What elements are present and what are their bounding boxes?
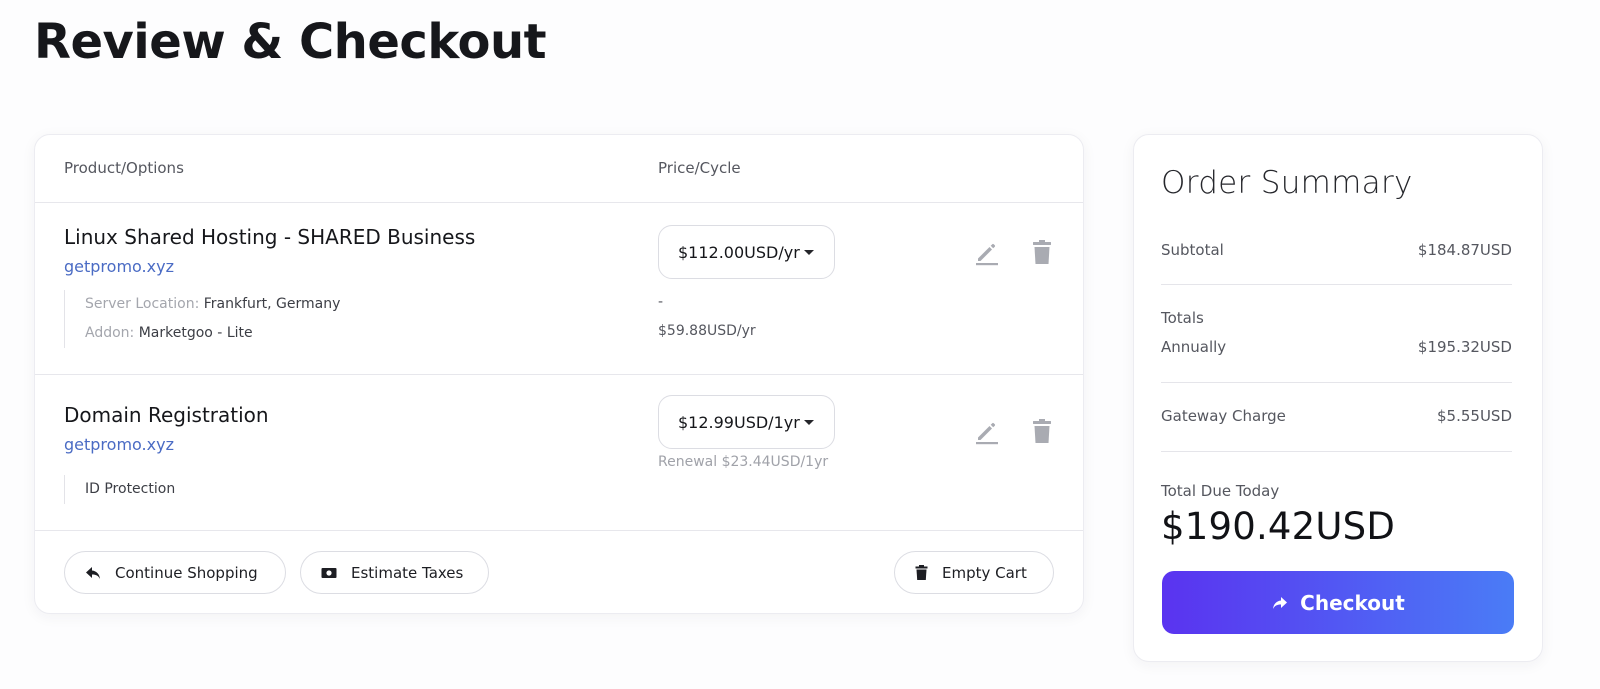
estimate-taxes-label: Estimate Taxes bbox=[351, 563, 464, 582]
billing-cycle-select[interactable]: $12.99USD/1yr bbox=[658, 395, 835, 449]
cart-table: Product/Options Price/Cycle Linux Shared… bbox=[34, 134, 1084, 614]
price-cycle-header: Price/Cycle bbox=[658, 159, 741, 177]
option-value: Frankfurt, Germany bbox=[203, 296, 341, 312]
cart-item-options: ID Protection bbox=[64, 475, 175, 504]
billing-cycle-selected: $112.00USD/yr bbox=[678, 242, 800, 262]
option-key: Addon: bbox=[85, 325, 135, 341]
subtotal-value: $184.87USD bbox=[1417, 241, 1512, 259]
pencil-icon[interactable] bbox=[973, 238, 1001, 266]
cart-item-name: Domain Registration bbox=[64, 403, 269, 427]
option-value: Marketgoo - Lite bbox=[138, 325, 253, 341]
subtotal-label: Subtotal bbox=[1161, 241, 1224, 259]
money-bill-icon bbox=[321, 567, 337, 578]
estimate-taxes-button[interactable]: Estimate Taxes bbox=[300, 551, 489, 594]
pencil-icon[interactable] bbox=[973, 417, 1001, 445]
option-value: ID Protection bbox=[85, 481, 176, 497]
share-arrow-icon bbox=[1273, 596, 1288, 609]
option-key: Server Location: bbox=[85, 296, 200, 312]
gateway-charge-value: $5.55USD bbox=[1437, 407, 1512, 425]
totals-label-row: Totals bbox=[1161, 309, 1512, 327]
subtotal-row: Subtotal $184.87USD bbox=[1161, 241, 1512, 259]
divider bbox=[1161, 284, 1512, 285]
gateway-charge-row: Gateway Charge $5.55USD bbox=[1161, 407, 1512, 425]
cart-item-domain-link[interactable]: getpromo.xyz bbox=[64, 435, 174, 454]
continue-shopping-button[interactable]: Continue Shopping bbox=[64, 551, 286, 594]
option-id-protection: ID Protection bbox=[85, 475, 175, 504]
cart-item-domain-link[interactable]: getpromo.xyz bbox=[64, 257, 174, 276]
page-title: Review & Checkout bbox=[34, 14, 547, 70]
annually-row: Annually $195.32USD bbox=[1161, 338, 1512, 356]
renewal-price: Renewal $23.44USD/1yr bbox=[658, 454, 829, 470]
total-due-label: Total Due Today bbox=[1161, 482, 1280, 500]
caret-down-icon bbox=[804, 250, 814, 255]
trash-icon[interactable] bbox=[1028, 417, 1056, 445]
total-due-amount: $190.42USD bbox=[1161, 505, 1396, 548]
trash-icon[interactable] bbox=[1028, 238, 1056, 266]
order-summary: Order Summary Subtotal $184.87USD Totals… bbox=[1133, 134, 1543, 662]
cart-item-hosting: Linux Shared Hosting - SHARED Business g… bbox=[35, 203, 1083, 375]
annually-value: $195.32USD bbox=[1417, 338, 1512, 356]
gateway-charge-label: Gateway Charge bbox=[1161, 407, 1286, 425]
option-server-location: Server Location: Frankfurt, Germany bbox=[85, 290, 340, 319]
divider bbox=[1161, 382, 1512, 383]
reply-arrow-icon bbox=[86, 566, 100, 579]
billing-cycle-selected: $12.99USD/1yr bbox=[678, 412, 800, 432]
totals-label: Totals bbox=[1161, 309, 1204, 327]
order-summary-title: Order Summary bbox=[1161, 165, 1413, 201]
empty-cart-label: Empty Cart bbox=[942, 563, 1027, 582]
billing-cycle-select[interactable]: $112.00USD/yr bbox=[658, 225, 835, 279]
product-options-header: Product/Options bbox=[64, 159, 184, 177]
option-price: - bbox=[658, 294, 664, 310]
cart-item-options: Server Location: Frankfurt, Germany Addo… bbox=[64, 290, 340, 348]
empty-cart-button[interactable]: Empty Cart bbox=[894, 551, 1054, 594]
cart-item-name: Linux Shared Hosting - SHARED Business bbox=[64, 225, 476, 249]
trash-icon bbox=[915, 565, 928, 580]
checkout-label: Checkout bbox=[1300, 590, 1405, 615]
checkout-button[interactable]: Checkout bbox=[1162, 571, 1514, 634]
caret-down-icon bbox=[804, 420, 814, 425]
annually-label: Annually bbox=[1161, 338, 1227, 356]
cart-item-domain: Domain Registration getpromo.xyz ID Prot… bbox=[35, 375, 1083, 531]
option-price: $59.88USD/yr bbox=[658, 323, 756, 339]
option-addon: Addon: Marketgoo - Lite bbox=[85, 319, 340, 348]
cart-table-header: Product/Options Price/Cycle bbox=[35, 135, 1083, 203]
continue-shopping-label: Continue Shopping bbox=[115, 563, 258, 582]
divider bbox=[1161, 451, 1512, 452]
